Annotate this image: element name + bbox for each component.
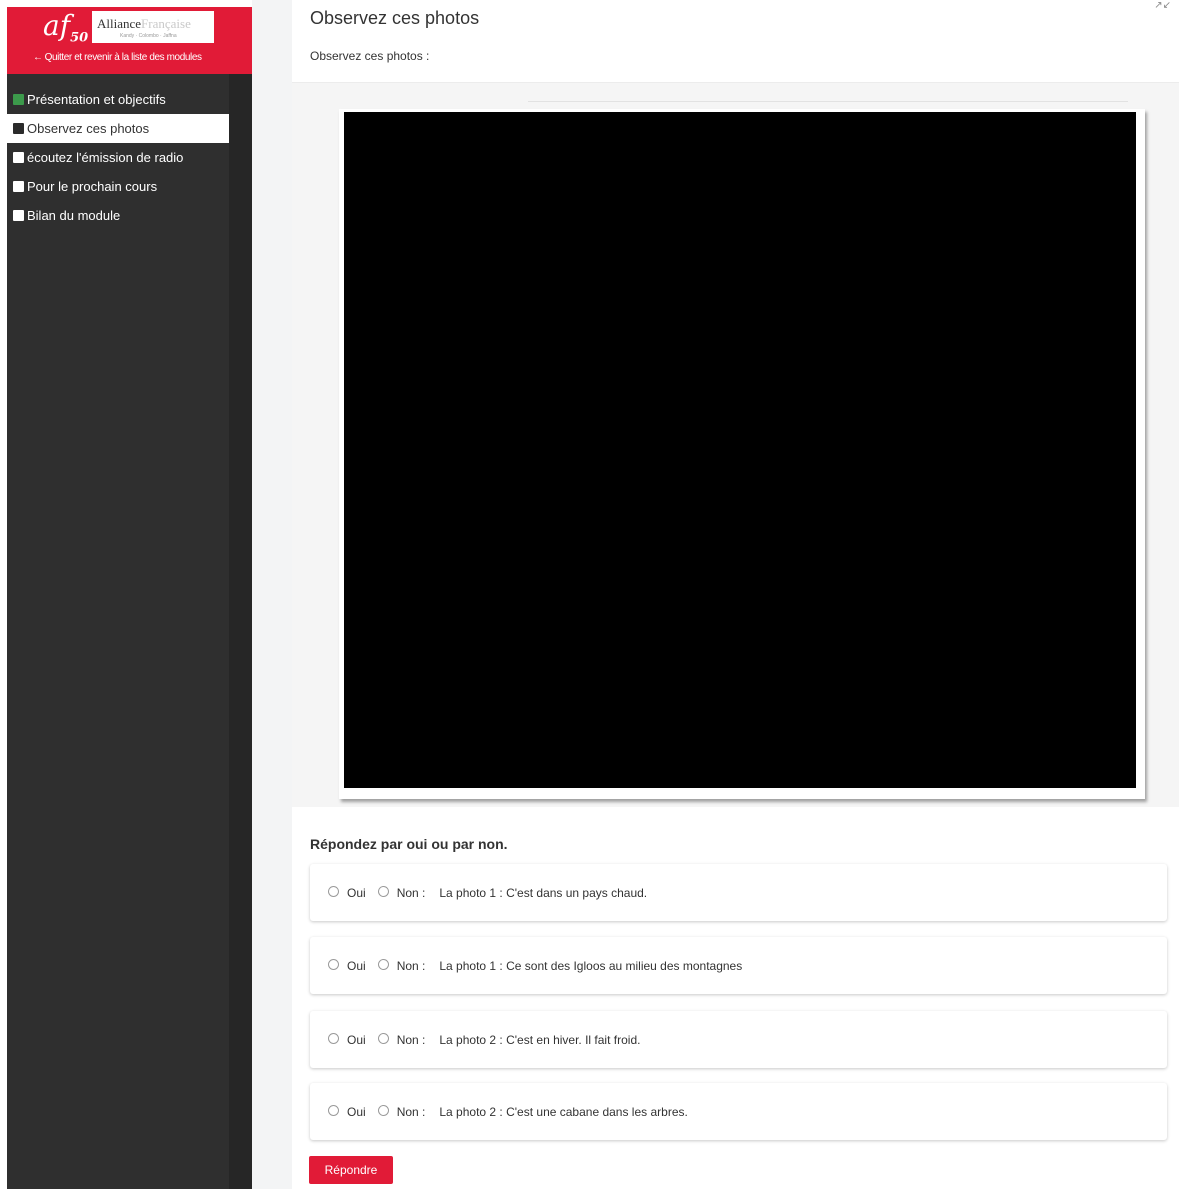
page-subtitle: Observez ces photos : (310, 49, 430, 63)
alliance-francaise-logo: AllianceFrançaise Kandy · Colombo · Jaff… (92, 11, 214, 43)
non-label: Non : (396, 1105, 426, 1119)
brand-header: af50 AllianceFrançaise Kandy · Colombo ·… (7, 7, 252, 74)
question-card: Oui Non : La photo 2 : C'est une cabane … (310, 1083, 1167, 1140)
question-text: La photo 2 : C'est en hiver. Il fait fro… (439, 1033, 641, 1047)
sidebar-item-label: Observez ces photos (27, 121, 150, 136)
oui-label: Oui (347, 1033, 366, 1047)
oui-label: Oui (347, 1105, 366, 1119)
completed-status-icon (13, 94, 24, 105)
non-label: Non : (396, 886, 426, 900)
not-started-status-icon (13, 210, 24, 221)
media-area (292, 83, 1179, 807)
module-menu: Présentation et objectifs Observez ces p… (7, 85, 229, 230)
oui-label: Oui (347, 886, 366, 900)
divider (528, 101, 1128, 102)
quiz-heading: Répondez par oui ou par non. (310, 836, 508, 852)
radio-non[interactable] (377, 958, 389, 970)
sidebar: af50 AllianceFrançaise Kandy · Colombo ·… (7, 7, 252, 1189)
question-text: La photo 2 : C'est une cabane dans les a… (439, 1105, 688, 1119)
af-logo: af50 (43, 9, 89, 46)
question-text: La photo 1 : C'est dans un pays chaud. (439, 886, 648, 900)
non-label: Non : (396, 959, 426, 973)
radio-oui[interactable] (328, 1032, 339, 1044)
radio-non[interactable] (377, 1032, 389, 1044)
radio-oui[interactable] (328, 885, 339, 897)
arrow-left-icon: ← (33, 52, 43, 63)
radio-non[interactable] (377, 1104, 389, 1116)
question-card: Oui Non : La photo 2 : C'est en hiver. I… (310, 1011, 1167, 1068)
brand-name-part2: Française (141, 16, 191, 31)
photo-frame (339, 109, 1145, 799)
sidebar-item-prochain-cours[interactable]: Pour le prochain cours (7, 172, 229, 201)
radio-non[interactable] (377, 885, 389, 897)
sidebar-item-label: Présentation et objectifs (27, 92, 166, 107)
not-started-status-icon (13, 181, 24, 192)
radio-oui[interactable] (328, 1104, 339, 1116)
sidebar-item-label: Pour le prochain cours (27, 179, 158, 194)
content-gutter (252, 0, 292, 1189)
photo-viewer[interactable] (344, 112, 1136, 788)
oui-label: Oui (347, 959, 366, 973)
current-status-icon (13, 123, 24, 134)
sidebar-item-ecoutez[interactable]: écoutez l'émission de radio (7, 143, 229, 172)
question-text: La photo 1 : Ce sont des Igloos au milie… (439, 959, 743, 973)
sidebar-scroll-track (229, 74, 252, 1189)
sidebar-item-label: Bilan du module (27, 208, 121, 223)
sidebar-item-bilan[interactable]: Bilan du module (7, 201, 229, 230)
page-header: Observez ces photos Observez ces photos … (292, 0, 1179, 83)
brand-name-part1: Alliance (97, 16, 142, 31)
non-label: Non : (396, 1033, 426, 1047)
not-started-status-icon (13, 152, 24, 163)
expand-icon[interactable]: ↗↙ (1154, 0, 1171, 11)
submit-button[interactable]: Répondre (309, 1156, 393, 1184)
page-title: Observez ces photos (310, 8, 480, 28)
question-card: Oui Non : La photo 1 : Ce sont des Igloo… (310, 937, 1167, 994)
question-card: Oui Non : La photo 1 : C'est dans un pay… (310, 864, 1167, 921)
quit-modules-link[interactable]: ← Quitter et revenir à la liste des modul… (33, 52, 202, 63)
quit-link-label: Quitter et revenir à la liste des module… (44, 52, 202, 63)
sidebar-item-presentation[interactable]: Présentation et objectifs (7, 85, 229, 114)
sidebar-item-label: écoutez l'émission de radio (27, 150, 184, 165)
radio-oui[interactable] (328, 958, 339, 970)
sidebar-item-observez[interactable]: Observez ces photos (7, 114, 229, 143)
brand-tagline: Kandy · Colombo · Jaffna (120, 33, 177, 39)
